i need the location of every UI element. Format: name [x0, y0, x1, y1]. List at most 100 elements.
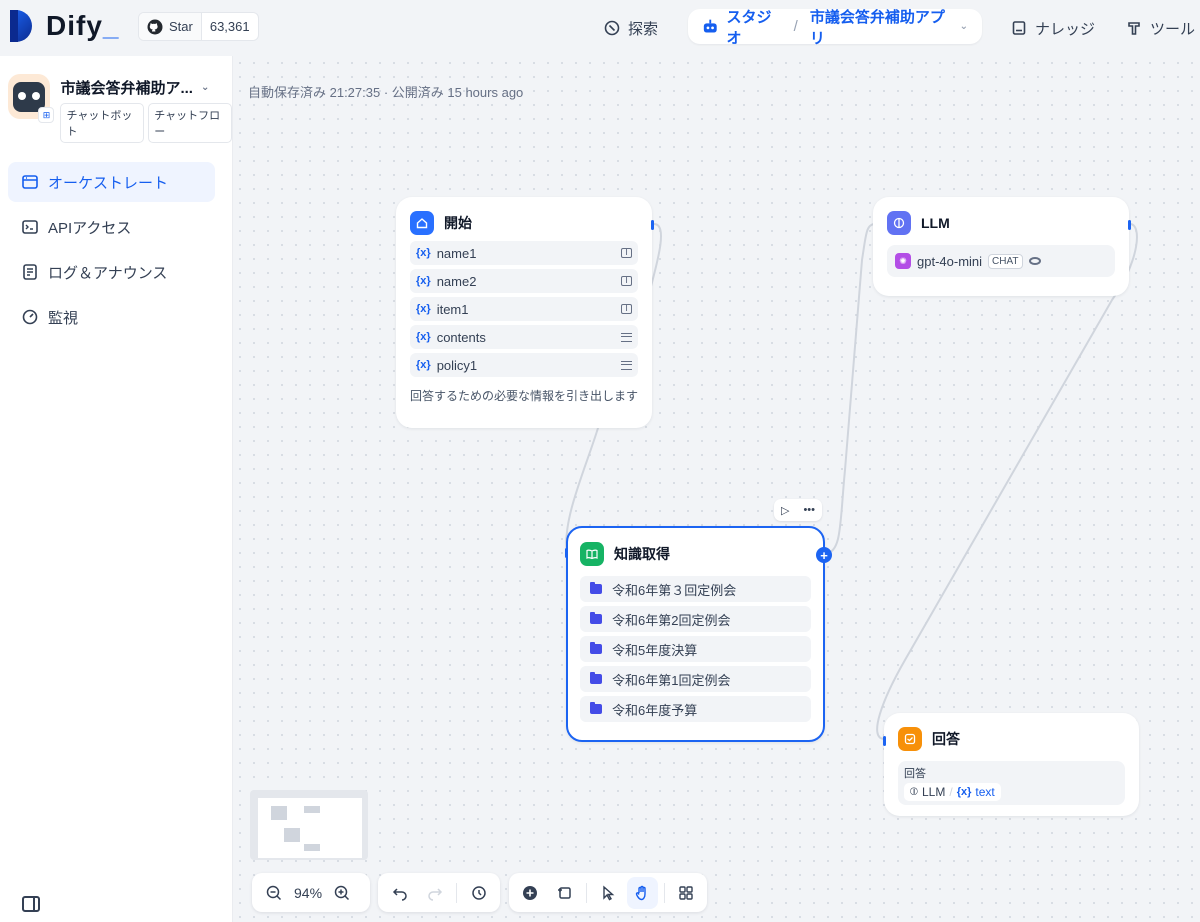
redo-icon[interactable]: [419, 877, 450, 909]
start-var-name: item1: [436, 301, 469, 317]
chatflow-badge-icon: ⊞: [38, 107, 55, 123]
sidebar-collapse-icon[interactable]: [22, 896, 40, 912]
robot-icon: [703, 19, 717, 33]
llm-node-title: LLM: [921, 215, 950, 231]
folder-icon: [590, 642, 602, 654]
app-type-tag: チャットボット: [60, 103, 145, 143]
answer-label: 回答: [904, 768, 926, 780]
nav-tools-label: ツール: [1150, 20, 1196, 38]
variable-icon: {x}: [416, 247, 431, 259]
vision-eye-icon: [1028, 257, 1041, 265]
openai-icon: ✺: [895, 253, 911, 269]
llm-output-handle[interactable]: [1128, 220, 1131, 230]
start-var-name: name2: [436, 273, 477, 289]
organize-blocks-icon[interactable]: [671, 877, 701, 909]
start-var-row[interactable]: {x} name1 T: [410, 241, 638, 265]
model-selector[interactable]: ✺ gpt-4o-mini CHAT: [887, 245, 1115, 277]
dataset-row[interactable]: 令和5年度決算: [580, 636, 811, 662]
minimap-viewport[interactable]: [258, 798, 362, 858]
minimap-node: [304, 844, 320, 851]
folder-icon: [590, 672, 602, 684]
github-star-count[interactable]: 63,361: [202, 13, 258, 40]
autosave-status: 自動保存済み 21:27:35 · 公開済み 15 hours ago: [248, 85, 524, 100]
answer-source-var: text: [975, 785, 995, 799]
nav-tools[interactable]: ツール: [1126, 12, 1195, 44]
nav-explore[interactable]: 探索: [604, 12, 658, 44]
dataset-row[interactable]: 令和6年第1回定例会: [580, 666, 811, 692]
nav-knowledge[interactable]: ナレッジ: [1011, 12, 1095, 44]
text-input-icon: T: [621, 304, 632, 314]
start-var-name: name1: [436, 245, 477, 261]
chevron-down-icon[interactable]: ⌄: [960, 21, 968, 32]
sidebar-item-orchestrate[interactable]: オーケストレート: [8, 162, 215, 202]
github-star-button[interactable]: Star: [139, 13, 202, 40]
undo-icon[interactable]: [384, 877, 415, 909]
answer-node[interactable]: 回答 回答 ⦶ LLM / {x} text: [883, 713, 1139, 816]
top-header: Dify_ Star 63,361 探索 スタジオ / 市議会答弁補助アプリ ⌄…: [0, 0, 1200, 56]
app-info[interactable]: ⊞ 市議会答弁補助ア... ⌄ チャットボット チャットフロー: [8, 74, 232, 143]
start-var-row[interactable]: {x} name2 T: [410, 269, 638, 293]
breadcrumb-separator: /: [793, 18, 798, 35]
start-node-description: 回答するための必要な情報を引き出します: [410, 389, 639, 403]
zoom-in-icon[interactable]: [326, 877, 358, 909]
dataset-row[interactable]: 令和6年第2回定例会: [580, 606, 811, 632]
start-var-row[interactable]: {x} item1 T: [410, 297, 638, 321]
answer-icon: [898, 727, 922, 751]
dataset-name: 令和6年第2回定例会: [612, 612, 731, 628]
sidebar-item-label: オーケストレート: [48, 174, 169, 192]
hand-icon[interactable]: [627, 876, 658, 909]
minimap[interactable]: [250, 790, 368, 860]
start-node[interactable]: 開始 {x} name1 T {x} name2 T {x} item1 T {x} cont…: [396, 197, 654, 428]
nav-studio-breadcrumb[interactable]: スタジオ / 市議会答弁補助アプリ ⌄: [688, 9, 982, 47]
sidebar-item-monitoring[interactable]: 監視: [8, 297, 215, 337]
answer-variable-chip[interactable]: ⦶ LLM / {x} text: [904, 783, 1001, 801]
dify-logo[interactable]: Dify_: [10, 10, 119, 42]
llm-node[interactable]: LLM ✺ gpt-4o-mini CHAT: [873, 197, 1131, 296]
layout-icon: [22, 174, 38, 190]
home-icon: [410, 211, 434, 235]
add-block-icon[interactable]: [515, 877, 545, 909]
add-note-icon[interactable]: [549, 877, 579, 909]
start-var-name: policy1: [436, 357, 478, 373]
start-node-title: 開始: [444, 215, 472, 231]
sidebar-item-label: ログ＆アナウンス: [48, 264, 168, 282]
dataset-row[interactable]: 令和6年第３回定例会: [580, 576, 811, 602]
start-var-row[interactable]: {x} policy1: [410, 353, 638, 377]
node-toolbar: ▷ •••: [774, 499, 822, 521]
paragraph-icon: [621, 332, 632, 342]
sidebar-item-api-access[interactable]: APIアクセス: [8, 207, 215, 247]
start-var-row[interactable]: {x} contents: [410, 325, 638, 349]
history-clock-icon[interactable]: [463, 877, 494, 909]
gauge-icon: [22, 309, 38, 325]
sidebar-item-label: 監視: [48, 309, 79, 327]
folder-icon: [590, 582, 602, 594]
dify-logo-mark: [10, 10, 36, 42]
answer-content-box[interactable]: 回答 ⦶ LLM / {x} text: [898, 761, 1125, 805]
dataset-row[interactable]: 令和6年度予算: [580, 696, 811, 722]
chevron-down-icon[interactable]: ⌄: [201, 82, 209, 93]
zoom-level[interactable]: 94%: [294, 885, 322, 901]
pointer-icon[interactable]: [593, 877, 623, 909]
github-icon: [147, 19, 163, 34]
breadcrumb-app-name[interactable]: 市議会答弁補助アプリ: [810, 6, 948, 48]
run-icon[interactable]: ▷: [781, 504, 789, 517]
text-input-icon: T: [621, 276, 632, 286]
knowledge-input-handle[interactable]: [565, 548, 568, 558]
variable-icon: {x}: [416, 275, 431, 287]
variable-icon: {x}: [416, 359, 431, 371]
start-output-handle[interactable]: [651, 220, 654, 230]
zoom-out-icon[interactable]: [258, 877, 290, 909]
sidebar-item-logs[interactable]: ログ＆アナウンス: [8, 252, 215, 292]
nav-knowledge-label: ナレッジ: [1035, 20, 1096, 38]
answer-input-handle[interactable]: [883, 736, 886, 746]
app-avatar: ⊞: [8, 74, 55, 123]
model-name: gpt-4o-mini: [917, 253, 983, 269]
book-open-icon: [580, 542, 604, 566]
nav-studio-label[interactable]: スタジオ: [727, 6, 782, 48]
add-node-plus-icon[interactable]: +: [816, 547, 832, 563]
knowledge-retrieval-node[interactable]: 知識取得 令和6年第３回定例会 令和6年第2回定例会 令和5年度決算 令和6年第…: [565, 526, 832, 742]
github-star-widget[interactable]: Star 63,361: [138, 12, 259, 41]
llm-small-icon: ⦶: [910, 785, 918, 798]
dataset-name: 令和6年第1回定例会: [612, 672, 731, 688]
more-icon[interactable]: •••: [803, 504, 815, 516]
